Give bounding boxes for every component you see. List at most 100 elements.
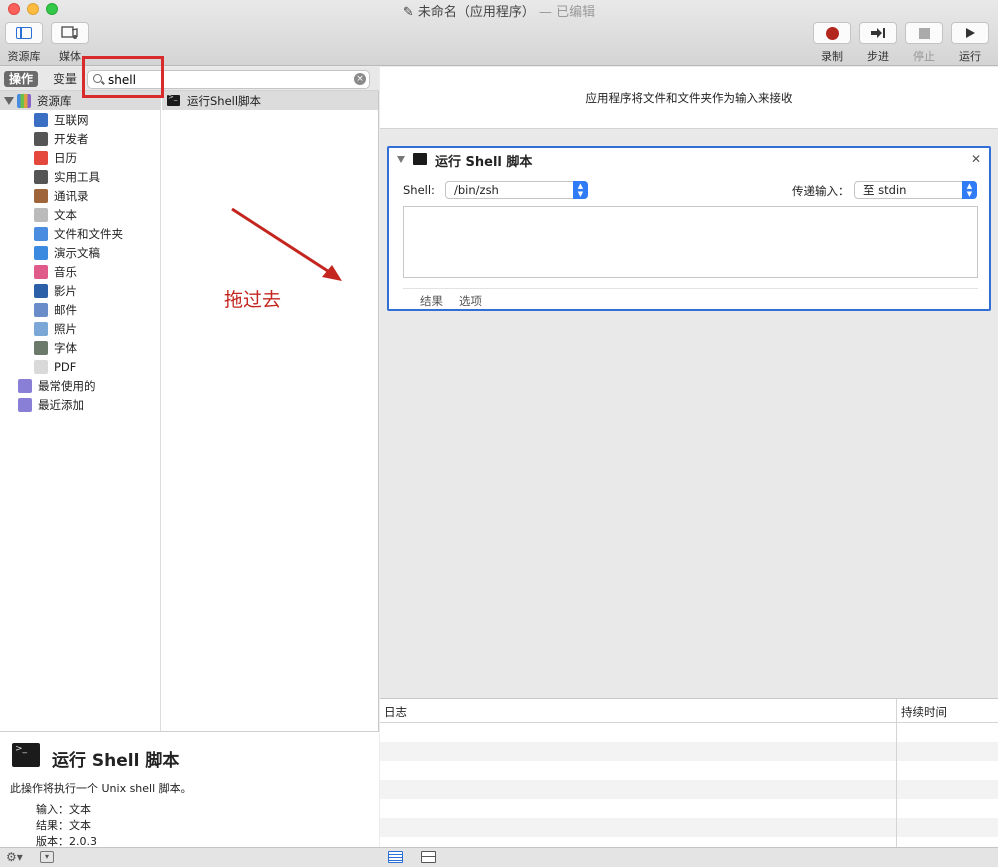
log-table: 日志 持续时间 [380, 698, 998, 848]
chevron-updown-icon: ▲ ▼ [573, 181, 588, 199]
sidebar-item[interactable]: 演示文稿 [0, 243, 160, 262]
step-button[interactable] [859, 22, 897, 44]
sidebar-item[interactable]: PDF [0, 357, 160, 376]
sidebar-item[interactable]: 开发者 [0, 129, 160, 148]
smart-folder-icon [18, 397, 32, 412]
gear-icon[interactable]: ⚙▾ [6, 850, 23, 864]
sidebar-item-label: 文件和文件夹 [54, 226, 123, 241]
sidebar-item[interactable]: 互联网 [0, 110, 160, 129]
finder-icon [34, 226, 48, 241]
window-title: ✎ 未命名（应用程序） — 已编辑 [402, 5, 596, 20]
bottom-bar: ⚙▾ ▾ [0, 847, 998, 867]
sidebar-item[interactable]: 日历 [0, 148, 160, 167]
sidebar-item[interactable]: 文件和文件夹 [0, 224, 160, 243]
tab-results[interactable]: 结果 [420, 293, 443, 309]
calendar-icon [34, 150, 48, 165]
library-toggle-label: 资源库 [7, 50, 41, 63]
library-toggle-button[interactable] [5, 22, 43, 44]
shell-select[interactable]: /bin/zsh ▲ ▼ [445, 181, 588, 199]
step-icon [871, 28, 885, 38]
globe-icon [34, 112, 48, 127]
sidebar-item-label: 文本 [54, 207, 77, 222]
sidebar-item[interactable]: 音乐 [0, 262, 160, 281]
sidebar-item[interactable]: 通讯录 [0, 186, 160, 205]
library-items: 互联网开发者日历实用工具通讯录文本文件和文件夹 演示文稿音乐影片邮件照片字体 PDF… [0, 110, 160, 414]
table-row [380, 780, 998, 799]
library-list: 资源库 互联网 开发者 日历 实用工具 通讯录 文本 文件和文件夹 演示文稿 音乐 影片 邮件 照片字… [0, 91, 161, 731]
pass-input-select[interactable]: 至 stdin ▲ ▼ [854, 181, 977, 199]
log-header: 日志 持续时间 [380, 699, 998, 723]
smart-folder-label: 最常使用的 [38, 378, 96, 393]
chevron-updown-icon: ▲ ▼ [962, 181, 977, 199]
sidebar-item[interactable]: 实用工具 [0, 167, 160, 186]
duration-column-header[interactable]: 持续时间 [901, 704, 947, 720]
workflow-input-hint: 应用程序将文件和文件夹作为输入来接收 [380, 67, 998, 129]
record-label: 录制 [821, 50, 843, 63]
terminal-icon [413, 153, 427, 165]
log-rows [380, 723, 998, 837]
log-column-header[interactable]: 日志 [384, 704, 407, 720]
result-info: 结果：文本 [36, 819, 91, 832]
sidebar-item-label: 互联网 [54, 112, 89, 127]
list-item[interactable]: 运行Shell脚本 [162, 91, 378, 110]
collapse-triangle-icon[interactable] [397, 156, 405, 163]
input-info: 输入：文本 [36, 803, 91, 816]
smart-folder-item[interactable]: 最常使用的 [0, 376, 160, 395]
clear-search-icon[interactable]: × [354, 73, 366, 85]
record-button[interactable] [813, 22, 851, 44]
stop-label: 停止 [913, 50, 935, 63]
description-text: 此操作将执行一个 Unix shell 脚本。 [10, 782, 192, 795]
card-divider [403, 288, 978, 289]
presentation-icon [34, 245, 48, 260]
smart-folder-item[interactable]: 最近添加 [0, 395, 160, 414]
result-label: 运行Shell脚本 [187, 93, 262, 108]
sidebar-item-label: 音乐 [54, 264, 77, 279]
sidebar-item-label: 照片 [54, 321, 77, 336]
terminal-icon [167, 93, 180, 106]
photos-icon [34, 321, 48, 336]
sidebar-item[interactable]: 文本 [0, 205, 160, 224]
sidebar-item[interactable]: 邮件 [0, 300, 160, 319]
sidebar-item[interactable]: 影片 [0, 281, 160, 300]
sidebar-item-label: 演示文稿 [54, 245, 100, 260]
left-pane: 操作 变量 × 资源库 互联网开发者日历实用工具通讯录文本文件和文件夹演示文稿音… [0, 67, 379, 848]
sidebar-item-label: 日历 [54, 150, 77, 165]
description-title: 运行 Shell 脚本 [52, 751, 180, 771]
sidebar-item-label: 实用工具 [54, 169, 100, 184]
automator-window: ✎ 未命名（应用程序） — 已编辑 资源库 媒体 录制 步进 停止 运行 操作 … [0, 0, 998, 867]
split-view-icon[interactable] [421, 851, 436, 863]
disclosure-triangle-icon[interactable] [4, 96, 14, 105]
utilities-icon [34, 169, 48, 184]
table-row [380, 799, 998, 818]
record-icon [825, 26, 839, 40]
tab-actions[interactable]: 操作 [4, 71, 39, 87]
tab-options[interactable]: 选项 [459, 293, 482, 309]
run-label: 运行 [959, 50, 981, 63]
toggle-description-icon[interactable]: ▾ [40, 851, 54, 863]
terminal-icon [12, 743, 40, 767]
sidebar-item-label: 字体 [54, 340, 77, 355]
sidebar-item-label: 邮件 [54, 302, 77, 317]
run-shell-script-action[interactable]: 运行 Shell 脚本 ✕ Shell: /bin/zsh ▲ ▼ 传递输入： 至… [387, 146, 991, 311]
smart-folder-icon [18, 378, 32, 393]
list-view-icon[interactable] [388, 851, 403, 863]
script-editor[interactable] [403, 206, 978, 278]
table-row [380, 742, 998, 761]
stop-icon [918, 27, 930, 39]
media-icon [61, 26, 78, 39]
stop-button[interactable] [905, 22, 943, 44]
tab-variables[interactable]: 变量 [48, 71, 82, 87]
left-segment-bar: 操作 变量 × [0, 67, 379, 91]
close-icon[interactable]: ✕ [971, 152, 981, 166]
sidebar-item[interactable]: 字体 [0, 338, 160, 357]
automator-doc-icon: ✎ [402, 5, 418, 20]
media-button[interactable] [51, 22, 89, 44]
sidebar-item[interactable]: 照片 [0, 319, 160, 338]
font-icon [34, 340, 48, 355]
run-button[interactable] [951, 22, 989, 44]
action-title: 运行 Shell 脚本 [435, 155, 533, 170]
sidebar-icon [16, 27, 32, 39]
action-results-list: 运行Shell脚本 [162, 91, 378, 731]
text-icon [34, 207, 48, 222]
sidebar-item-label: PDF [54, 359, 77, 374]
